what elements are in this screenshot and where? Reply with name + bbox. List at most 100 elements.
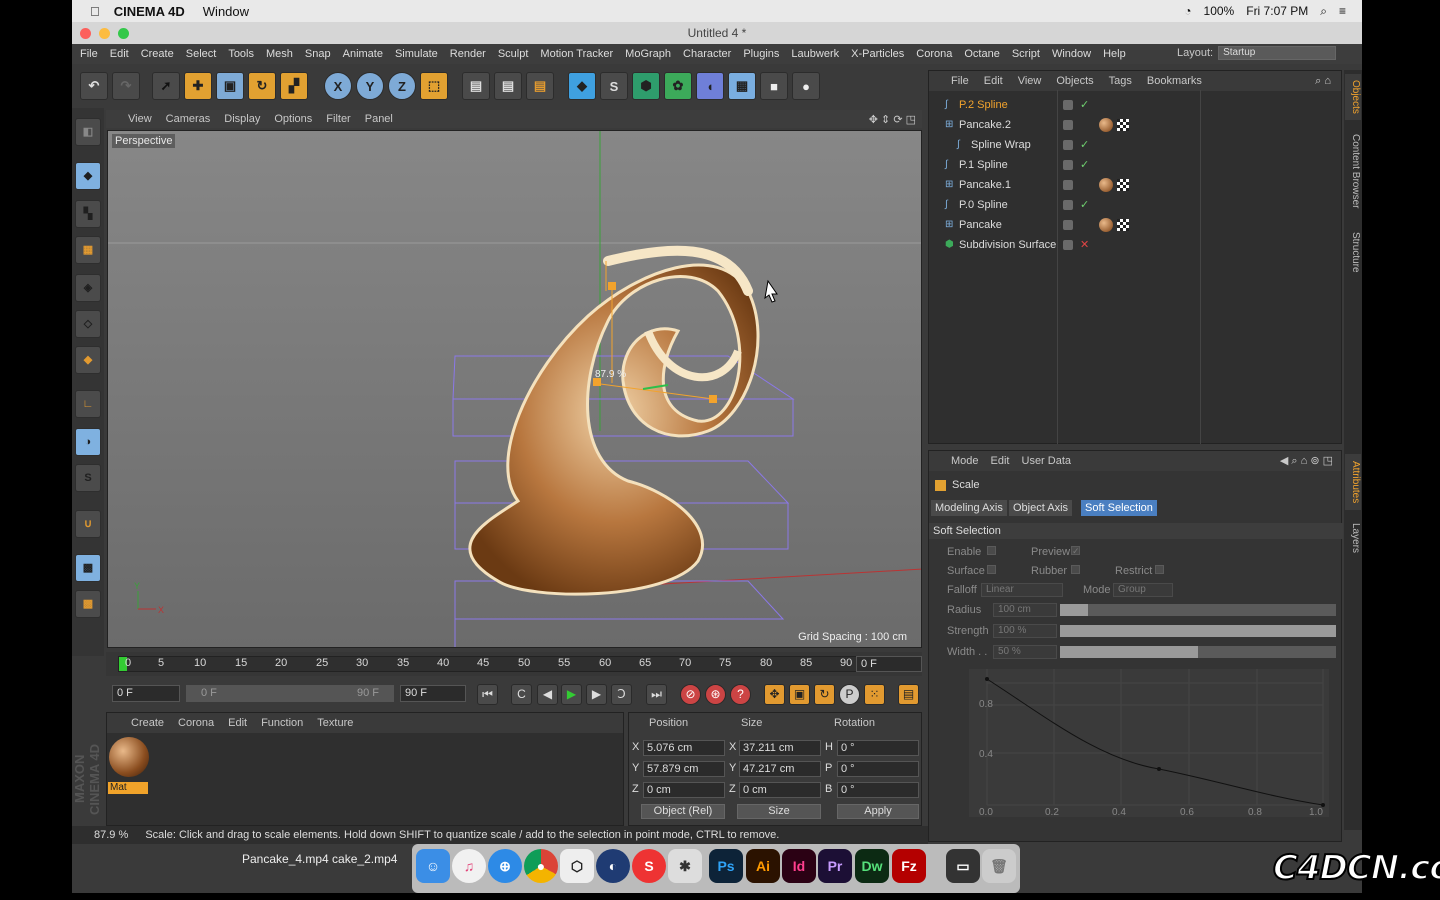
illustrator-icon[interactable]: Ai <box>746 849 780 883</box>
menu-create[interactable]: Create <box>141 48 174 60</box>
edges-mode-icon[interactable]: ◇ <box>75 310 101 338</box>
tab-object-axis[interactable]: Object Axis <box>1009 500 1073 516</box>
object-row[interactable]: ⊞ Pancake <box>929 215 1343 235</box>
record-active-icon[interactable]: ⊘ <box>680 684 701 705</box>
menu-simulate[interactable]: Simulate <box>395 48 438 60</box>
objects-menu-edit[interactable]: Edit <box>984 75 1003 87</box>
pos-x-field[interactable]: 5.076 cm <box>643 740 725 756</box>
render-view-icon[interactable]: ▤ <box>462 72 490 100</box>
floor-scene-icon[interactable]: ▦ <box>728 72 756 100</box>
z-axis-lock-button[interactable]: Z <box>388 72 416 100</box>
keyframe-selection-icon[interactable]: ? <box>730 684 751 705</box>
wifi-icon[interactable]: ◔ <box>1184 4 1191 18</box>
trash-icon[interactable]: 🗑 <box>982 849 1016 883</box>
previous-frame-icon[interactable]: ◀ <box>537 684 558 705</box>
render-picture-viewer-icon[interactable]: ▤ <box>494 72 522 100</box>
menu-mesh[interactable]: Mesh <box>266 48 293 60</box>
rot-b-field[interactable]: 0 ° <box>837 782 919 798</box>
go-to-end-icon[interactable]: ⏭ <box>646 684 667 705</box>
attributes-nav-icons[interactable]: ◀ ⌕ ⌂ ⊚ ◳ <box>1280 454 1333 468</box>
search-icon[interactable]: ⌕ <box>1320 4 1327 19</box>
objects-menu-file[interactable]: File <box>951 75 969 87</box>
redo-button[interactable]: ↷ <box>112 72 140 100</box>
width-field[interactable]: 50 % <box>993 645 1057 659</box>
enabled-check[interactable]: ✓ <box>1080 135 1089 155</box>
pos-z-field[interactable]: 0 cm <box>643 782 725 798</box>
material-menu-corona[interactable]: Corona <box>178 717 214 729</box>
timeline-ruler[interactable]: 0 5 10 15 20 25 30 35 40 45 50 55 60 65 … <box>118 656 862 672</box>
chrome-icon[interactable]: ● <box>524 849 558 883</box>
deformer-icon[interactable]: ◖ <box>696 72 724 100</box>
subdivision-generator-icon[interactable]: ⬢ <box>632 72 660 100</box>
autokey-icon[interactable]: ⊛ <box>705 684 726 705</box>
planar-workplane-icon[interactable]: ▩ <box>75 590 101 618</box>
minimize-window-button[interactable] <box>99 28 110 39</box>
material-menu-create[interactable]: Create <box>131 717 164 729</box>
preview-checkbox[interactable]: ✓ <box>1071 546 1080 556</box>
cloner-icon[interactable]: ✿ <box>664 72 692 100</box>
tab-content-browser[interactable]: Content Browser <box>1345 126 1361 216</box>
size-x-field[interactable]: 37.211 cm <box>739 740 821 756</box>
list-icon[interactable]: ≡ <box>1339 4 1346 18</box>
key-position-icon[interactable]: ✥ <box>764 684 785 705</box>
object-row[interactable]: ∫ Spline Wrap ✓ <box>929 135 1343 155</box>
menu-mograph[interactable]: MoGraph <box>625 48 671 60</box>
material-tag-icon[interactable] <box>1099 118 1113 132</box>
enabled-check[interactable]: ✓ <box>1080 155 1089 175</box>
next-key-icon[interactable]: Ↄ <box>611 684 632 705</box>
objects-menu-objects[interactable]: Objects <box>1056 75 1093 87</box>
tab-structure[interactable]: Structure <box>1345 226 1361 278</box>
rot-p-field[interactable]: 0 ° <box>837 761 919 777</box>
layer-flag[interactable] <box>1063 180 1073 190</box>
solo-icon[interactable]: S <box>75 464 101 492</box>
menu-render[interactable]: Render <box>450 48 486 60</box>
sketchup-icon[interactable]: S <box>632 849 666 883</box>
strength-slider[interactable] <box>1060 625 1336 637</box>
menu-octane[interactable]: Octane <box>964 48 999 60</box>
viewport-menu-filter[interactable]: Filter <box>326 113 350 125</box>
texture-tag-icon[interactable] <box>1117 179 1129 191</box>
screen-recorder-icon[interactable]: ▭ <box>946 849 980 883</box>
viewport-nav-icons[interactable]: ✥ ⇕ ⟳ ◳ <box>869 113 916 126</box>
material-name-label[interactable]: Mat <box>108 782 148 794</box>
close-window-button[interactable] <box>80 28 91 39</box>
attributes-menu-user-data[interactable]: User Data <box>1022 455 1072 467</box>
light-icon[interactable]: ● <box>792 72 820 100</box>
menu-plugins[interactable]: Plugins <box>743 48 779 60</box>
key-rotation-icon[interactable]: ↻ <box>814 684 835 705</box>
objects-search-icon[interactable]: ⌕ ⌂ <box>1315 75 1331 88</box>
menu-tools[interactable]: Tools <box>228 48 254 60</box>
polygons-mode-icon[interactable]: ◆ <box>75 346 101 374</box>
axis-mode-icon[interactable]: ∟ <box>75 390 101 418</box>
menu-laubwerk[interactable]: Laubwerk <box>791 48 839 60</box>
menu-window[interactable]: Window <box>1052 48 1091 60</box>
disabled-cross[interactable]: ✕ <box>1080 235 1089 255</box>
snap-magnet-icon[interactable]: ∪ <box>75 510 101 538</box>
tweak-mode-icon[interactable]: ◑ <box>75 428 101 456</box>
layer-flag[interactable] <box>1063 100 1073 110</box>
strength-field[interactable]: 100 % <box>993 624 1057 638</box>
radius-slider[interactable] <box>1060 604 1336 616</box>
falloff-dropdown[interactable]: Linear <box>981 583 1063 597</box>
go-to-start-icon[interactable]: ⏮ <box>477 684 498 705</box>
cinema4d-icon[interactable]: ⬡ <box>560 849 594 883</box>
model-mode-icon[interactable]: ◆ <box>75 162 101 190</box>
zoom-window-button[interactable] <box>118 28 129 39</box>
filezilla-icon[interactable]: Fz <box>892 849 926 883</box>
object-row[interactable]: ∫ P.1 Spline ✓ <box>929 155 1343 175</box>
key-point-level-icon[interactable]: ⁙ <box>864 684 885 705</box>
material-preview-swatch[interactable] <box>109 737 149 777</box>
layer-flag[interactable] <box>1063 200 1073 210</box>
menu-character[interactable]: Character <box>683 48 731 60</box>
key-parameter-icon[interactable]: P <box>839 684 860 705</box>
menu-motion-tracker[interactable]: Motion Tracker <box>540 48 613 60</box>
tab-modeling-axis[interactable]: Modeling Axis <box>931 500 1007 516</box>
viewport-menu-panel[interactable]: Panel <box>365 113 393 125</box>
tab-objects[interactable]: Objects <box>1345 74 1361 120</box>
poser-icon[interactable]: ✱ <box>668 849 702 883</box>
rotate-tool-icon[interactable]: ↻ <box>248 72 276 100</box>
key-scale-icon[interactable]: ▣ <box>789 684 810 705</box>
menu-sculpt[interactable]: Sculpt <box>498 48 529 60</box>
points-mode-icon[interactable]: ◈ <box>75 274 101 302</box>
photoshop-icon[interactable]: Ps <box>709 849 743 883</box>
